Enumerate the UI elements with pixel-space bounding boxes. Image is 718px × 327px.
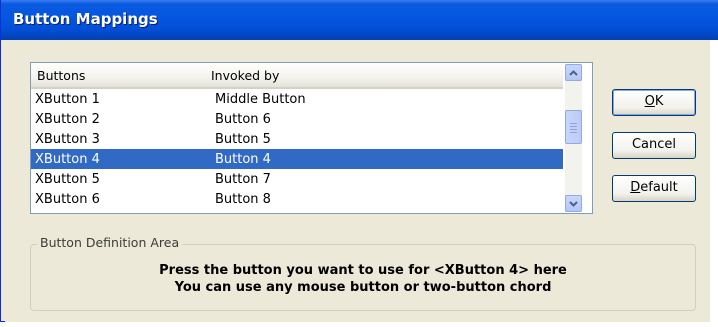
list-rows: XButton 1 Middle Button XButton 2 Button… xyxy=(31,89,563,209)
row-invoked-by: Button 5 xyxy=(215,132,271,147)
button-mapping-list[interactable]: Buttons Invoked by XButton 1 Middle Butt… xyxy=(30,62,593,214)
row-invoked-by: Button 8 xyxy=(215,192,271,207)
ok-label-rest: K xyxy=(654,94,664,109)
scroll-thumb[interactable] xyxy=(565,110,582,144)
grip-line xyxy=(570,129,577,130)
list-row[interactable]: XButton 2 Button 6 xyxy=(31,109,563,129)
list-row[interactable]: XButton 3 Button 5 xyxy=(31,129,563,149)
chevron-up-icon xyxy=(569,69,578,76)
group-box-label: Button Definition Area xyxy=(37,235,183,250)
default-mnemonic: D xyxy=(630,180,641,195)
window-title: Button Mappings xyxy=(13,10,158,28)
cancel-button[interactable]: Cancel xyxy=(612,132,696,159)
default-label-rest: efault xyxy=(640,180,678,195)
definition-instructions: Press the button you want to use for <XB… xyxy=(40,262,686,296)
row-invoked-by: Middle Button xyxy=(215,92,306,107)
instruction-line-1: Press the button you want to use for <XB… xyxy=(159,263,567,278)
row-button: XButton 1 xyxy=(35,92,100,107)
grip-line xyxy=(570,123,577,124)
list-row[interactable]: XButton 1 Middle Button xyxy=(31,89,563,109)
row-button: XButton 2 xyxy=(35,112,100,127)
row-button: XButton 3 xyxy=(35,132,100,147)
ok-button[interactable]: OK xyxy=(612,89,696,116)
row-button: XButton 4 xyxy=(35,152,100,167)
scroll-down-button[interactable] xyxy=(565,195,582,212)
title-bar[interactable]: Button Mappings xyxy=(1,0,718,40)
instruction-line-2: You can use any mouse button or two-butt… xyxy=(174,280,552,295)
scroll-up-button[interactable] xyxy=(565,64,582,81)
list-row[interactable]: XButton 5 Button 7 xyxy=(31,169,563,189)
row-invoked-by: Button 6 xyxy=(215,112,271,127)
row-invoked-by: Button 7 xyxy=(215,172,271,187)
list-header: Buttons Invoked by xyxy=(31,63,563,89)
grip-line xyxy=(570,132,577,133)
default-button[interactable]: Default xyxy=(612,175,696,202)
column-header-buttons[interactable]: Buttons xyxy=(37,68,85,83)
row-button: XButton 6 xyxy=(35,192,100,207)
chevron-down-icon xyxy=(569,200,578,207)
row-invoked-by: Button 4 xyxy=(215,152,271,167)
column-header-invoked-by[interactable]: Invoked by xyxy=(211,68,279,83)
grip-line xyxy=(570,126,577,127)
list-row-selected[interactable]: XButton 4 Button 4 xyxy=(31,149,563,169)
list-row[interactable]: XButton 6 Button 8 xyxy=(31,189,563,209)
cancel-label: Cancel xyxy=(631,137,677,152)
ok-mnemonic: O xyxy=(644,94,655,109)
row-button: XButton 5 xyxy=(35,172,100,187)
background-edge xyxy=(710,40,718,327)
vertical-scrollbar[interactable] xyxy=(565,64,582,212)
